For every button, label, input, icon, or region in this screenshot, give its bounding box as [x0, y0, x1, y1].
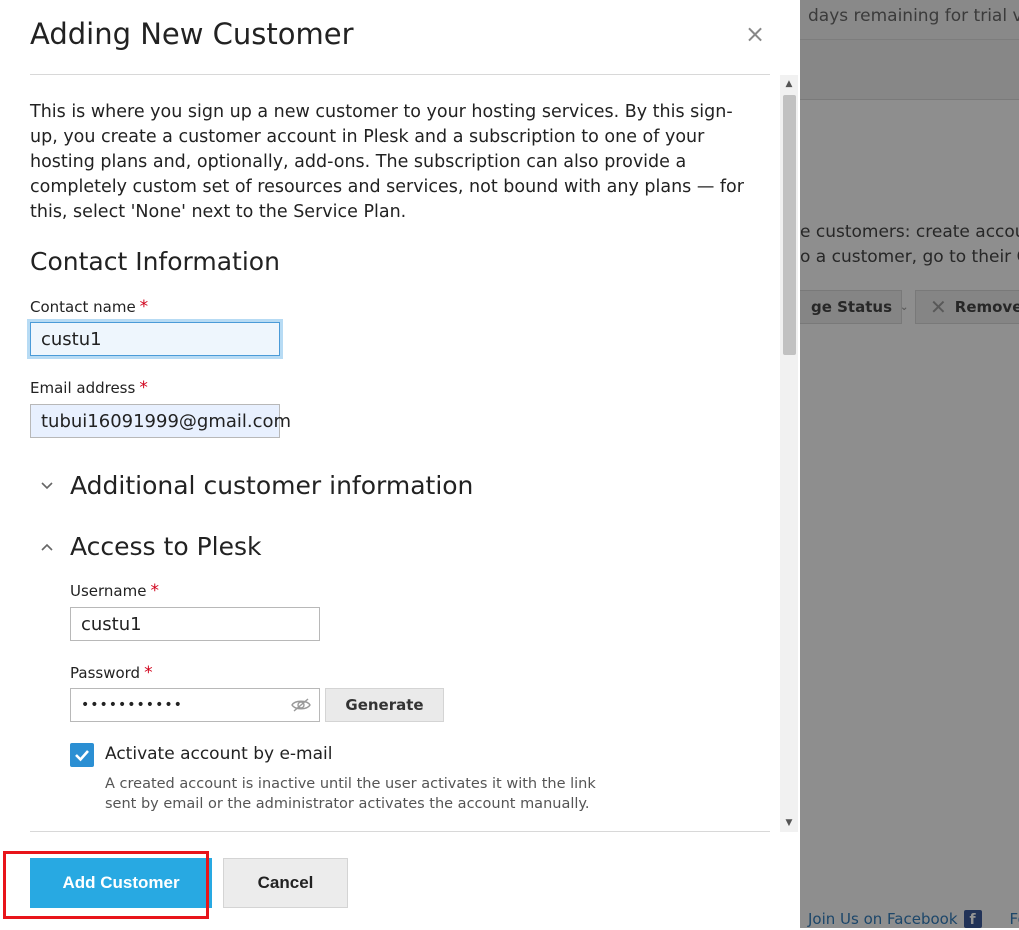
chevron-down-icon[interactable] — [37, 476, 57, 496]
contact-name-label-text: Contact name — [30, 298, 136, 316]
required-mark: * — [139, 378, 148, 398]
activate-account-label[interactable]: Activate account by e-mail — [105, 744, 332, 764]
eye-slash-icon[interactable] — [291, 697, 311, 713]
email-label-text: Email address — [30, 379, 136, 397]
required-mark: * — [139, 297, 149, 317]
cancel-button[interactable]: Cancel — [223, 858, 348, 908]
chevron-up-icon[interactable] — [37, 537, 57, 557]
dialog-title: Adding New Customer — [30, 17, 354, 51]
email-label: Email address * — [30, 378, 148, 398]
contact-name-label: Contact name * — [30, 297, 148, 317]
password-label-text: Password — [70, 664, 141, 682]
close-icon[interactable]: × — [745, 22, 765, 46]
password-value: ••••••••••• — [81, 697, 183, 713]
additional-customer-information-toggle[interactable]: Additional customer information — [70, 471, 473, 500]
required-mark: * — [144, 663, 153, 683]
username-input[interactable]: custu1 — [70, 607, 320, 641]
activate-account-checkbox[interactable] — [70, 743, 94, 767]
add-customer-button[interactable]: Add Customer — [30, 858, 212, 908]
username-label: Username * — [70, 581, 159, 601]
password-label: Password * — [70, 663, 153, 683]
activate-account-hint: A created account is inactive until the … — [105, 776, 596, 812]
dialog-scrollbar[interactable]: ▲ ▼ — [780, 75, 798, 832]
required-mark: * — [150, 581, 159, 601]
intro-text: This is where you sign up a new customer… — [30, 102, 744, 222]
scrollbar-thumb[interactable] — [783, 95, 796, 355]
username-value: custu1 — [81, 613, 142, 635]
divider — [30, 831, 770, 832]
contact-name-input[interactable]: custu1 — [30, 322, 280, 356]
scroll-down-arrow-icon[interactable]: ▼ — [780, 814, 798, 832]
email-value: tubui16091999@gmail.com — [41, 410, 292, 432]
checkmark-icon — [75, 750, 89, 762]
contact-information-heading: Contact Information — [30, 247, 280, 276]
contact-name-value: custu1 — [41, 328, 102, 350]
scroll-up-arrow-icon[interactable]: ▲ — [780, 75, 798, 93]
add-customer-dialog: Adding New Customer × This is where you … — [0, 0, 800, 928]
dialog-body: This is where you sign up a new customer… — [0, 75, 800, 832]
email-field[interactable]: tubui16091999@gmail.com — [30, 404, 291, 438]
access-to-plesk-toggle[interactable]: Access to Plesk — [70, 532, 261, 561]
password-input[interactable]: ••••••••••• — [70, 688, 320, 722]
username-label-text: Username — [70, 582, 147, 600]
generate-button[interactable]: Generate — [325, 688, 444, 722]
